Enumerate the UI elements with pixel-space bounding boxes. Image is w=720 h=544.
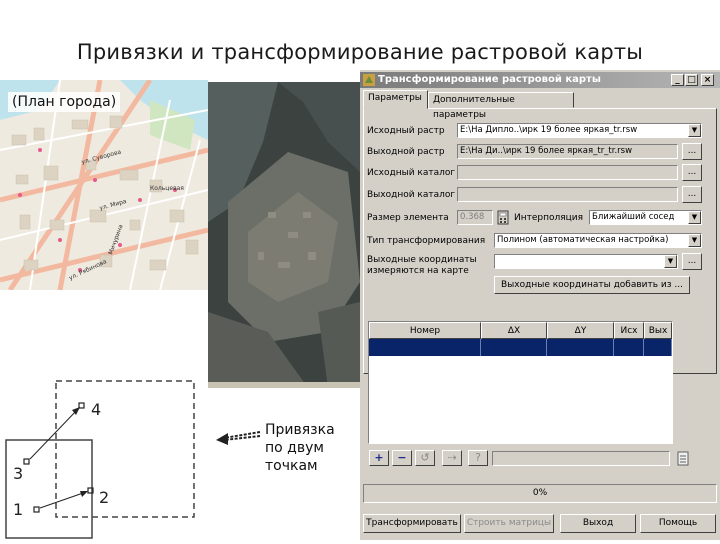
chevron-down-icon[interactable]: ▼ (688, 234, 701, 247)
source-catalog-label: Исходный каталог (367, 168, 456, 178)
output-raster-value: E:\На Ди..\ирк 19 более яркая_tr_tr.rsw (460, 146, 633, 156)
close-button[interactable]: × (701, 74, 714, 86)
column-header[interactable]: ΔY (547, 322, 614, 339)
transform-type-value: Полином (автоматическая настройка) (497, 235, 669, 245)
calculator-icon[interactable] (497, 210, 509, 225)
column-header[interactable]: ΔX (481, 322, 547, 339)
transform-type-label: Тип трансформирования (367, 236, 486, 246)
output-catalog-label: Выходной каталог (367, 190, 456, 200)
output-coords-browse-button[interactable]: ... (682, 253, 702, 270)
chevron-down-icon[interactable]: ▼ (688, 211, 701, 224)
source-catalog-browse-button[interactable]: ... (682, 164, 702, 181)
progress-bar: 0% (363, 484, 717, 503)
output-coords-select[interactable]: ▼ (494, 254, 678, 269)
table-cell[interactable] (547, 339, 614, 356)
document-icon[interactable] (676, 451, 690, 466)
table-cell[interactable] (481, 339, 547, 356)
minimize-button[interactable]: _ (671, 74, 684, 86)
output-raster-browse-button[interactable]: ... (682, 143, 702, 160)
source-raster-label: Исходный растр (367, 126, 445, 136)
transform-type-select[interactable]: Полином (автоматическая настройка) ▼ (494, 233, 702, 248)
tab-parameters[interactable]: Параметры (363, 90, 428, 109)
point-label: 1 (13, 500, 23, 519)
help-point-button[interactable]: ? (468, 450, 488, 466)
source-raster-select[interactable]: E:\На Дипло..\ирк 19 более яркая_tr.rsw … (457, 123, 702, 138)
source-raster-value: E:\На Дипло..\ирк 19 более яркая_tr.rsw (460, 125, 638, 135)
registration-diagram-graphic: 3 4 1 2 (5, 380, 195, 539)
output-raster-label: Выходной растр (367, 147, 445, 157)
output-catalog-browse-button[interactable]: ... (682, 186, 702, 203)
remove-point-button[interactable]: − (392, 450, 412, 466)
exit-button[interactable]: Выход (560, 514, 636, 533)
transform-dialog: Трансформирование растровой карты _ □ × … (360, 70, 720, 540)
chevron-down-icon[interactable]: ▼ (664, 255, 677, 268)
column-header[interactable]: Номер (369, 322, 481, 339)
output-coords-label: Выходные координаты измеряются на карте (367, 255, 477, 276)
registration-diagram: 3 4 1 2 (0, 372, 200, 540)
interpolation-value: Ближайший сосед (592, 212, 675, 222)
arrow-left-icon (216, 431, 261, 445)
dialog-title: Трансформирование растровой карты (378, 74, 601, 85)
output-raster-field[interactable]: E:\На Ди..\ирк 19 более яркая_tr_tr.rsw (457, 144, 678, 159)
map-label: (План города) (8, 92, 121, 112)
output-catalog-field[interactable] (457, 187, 678, 202)
pointer-caption: Привязка по двум точкам (265, 422, 335, 474)
element-size-label: Размер элемента (367, 213, 449, 223)
points-table[interactable]: Номер ΔX ΔY Исх Вых (368, 321, 673, 444)
column-header[interactable]: Вых (644, 322, 672, 339)
source-catalog-field[interactable] (457, 165, 678, 180)
move-point-button[interactable]: ⇢ (442, 450, 462, 466)
table-cell[interactable] (644, 339, 672, 356)
app-icon (363, 74, 375, 86)
column-header[interactable]: Исх (614, 322, 644, 339)
satellite-image (208, 82, 360, 388)
interpolation-select[interactable]: Ближайший сосед ▼ (589, 210, 702, 225)
satellite-image-graphic (208, 82, 360, 388)
tab-extra-parameters[interactable]: Дополнительные параметры (428, 92, 574, 120)
slide-title: Привязки и трансформирование растровой к… (76, 40, 644, 64)
point-label: 3 (13, 464, 23, 483)
chevron-down-icon[interactable]: ▼ (688, 124, 701, 137)
point-label: 2 (99, 488, 109, 507)
table-status-field (492, 451, 670, 466)
help-button[interactable]: Помощь (640, 514, 716, 533)
refresh-button[interactable]: ↺ (415, 450, 435, 466)
element-size-input[interactable]: 0.368 (457, 210, 493, 225)
street-label: Кольцевая (150, 185, 184, 192)
interpolation-label: Интерполяция (514, 213, 584, 223)
add-point-button[interactable]: + (369, 450, 389, 466)
point-label: 4 (91, 400, 101, 419)
add-output-coords-button[interactable]: Выходные координаты добавить из ... (494, 276, 690, 294)
dialog-titlebar[interactable]: Трансформирование растровой карты _ □ × (360, 72, 720, 88)
table-cell[interactable] (614, 339, 644, 356)
build-matrix-button[interactable]: Строить матрицы (464, 514, 554, 533)
transform-button[interactable]: Трансформировать (363, 514, 461, 533)
maximize-button[interactable]: □ (685, 74, 698, 86)
table-cell[interactable] (369, 339, 481, 356)
